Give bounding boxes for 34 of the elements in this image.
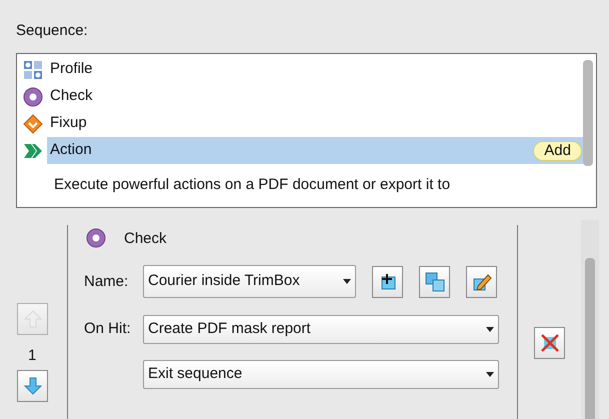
duplicate-icon bbox=[424, 272, 444, 292]
duplicate-button[interactable] bbox=[419, 266, 450, 298]
dropdown-arrow-icon bbox=[486, 327, 494, 332]
up-arrow-icon bbox=[22, 309, 42, 329]
list-item[interactable]: Check bbox=[47, 83, 584, 110]
move-down-button[interactable] bbox=[17, 370, 48, 402]
list-item[interactable]: Action Add bbox=[47, 137, 584, 164]
list-item[interactable]: Fixup bbox=[47, 110, 584, 137]
dropdown-arrow-icon bbox=[486, 372, 494, 377]
scrollbar-thumb[interactable] bbox=[583, 60, 593, 166]
on-hit-dropdown[interactable]: Create PDF mask report bbox=[143, 315, 499, 344]
list-item[interactable]: Profile bbox=[47, 56, 584, 83]
dropdown-arrow-icon bbox=[343, 279, 351, 284]
ring-icon bbox=[86, 228, 106, 248]
ring-icon bbox=[23, 86, 43, 106]
pencil-icon bbox=[472, 272, 492, 292]
delete-icon bbox=[538, 332, 560, 354]
field-label: On Hit: bbox=[84, 319, 131, 339]
field-label: Name: bbox=[84, 272, 128, 292]
step-number: 1 bbox=[28, 346, 36, 366]
next-step-dropdown[interactable]: Exit sequence bbox=[143, 360, 499, 389]
edit-button[interactable] bbox=[466, 266, 497, 298]
scrollbar-thumb[interactable] bbox=[585, 258, 595, 419]
new-button[interactable] bbox=[372, 266, 403, 298]
down-arrow-icon bbox=[22, 376, 42, 396]
plus-square-icon bbox=[378, 273, 396, 291]
step-title: Check bbox=[124, 229, 167, 249]
add-button[interactable]: Add bbox=[533, 140, 582, 160]
profile-icon bbox=[23, 60, 43, 80]
name-dropdown[interactable]: Courier inside TrimBox bbox=[143, 265, 356, 298]
section-label: Sequence: bbox=[16, 21, 88, 41]
diamond-icon bbox=[23, 114, 43, 134]
delete-button[interactable] bbox=[534, 327, 565, 359]
description-text: Execute powerful actions on a PDF document or export it to bbox=[54, 175, 452, 195]
